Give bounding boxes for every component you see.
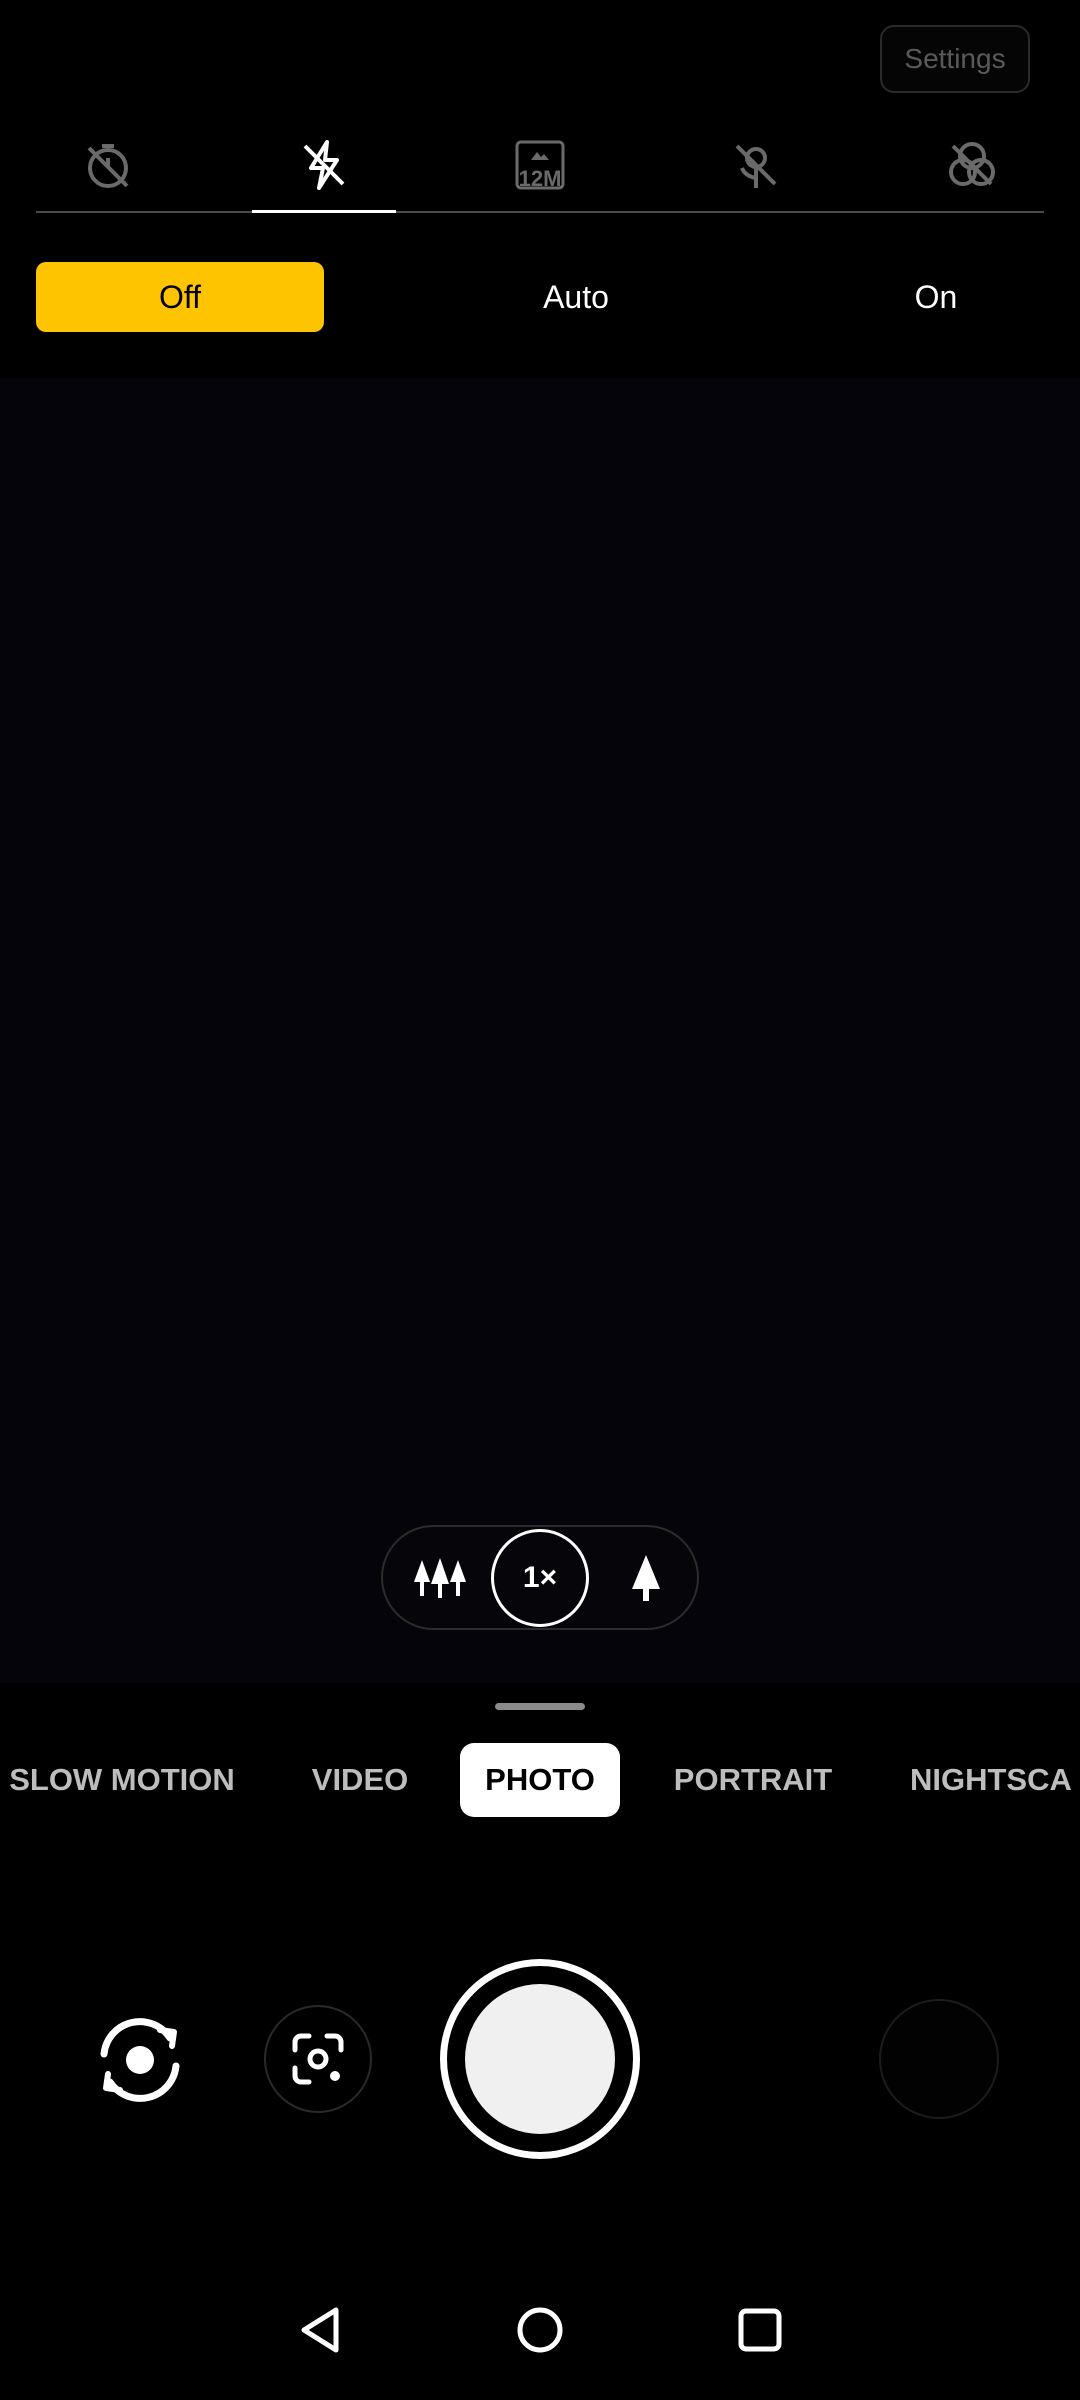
shutter-inner (465, 1984, 615, 2134)
drag-handle[interactable] (495, 1703, 585, 1710)
flash-on-option[interactable]: On (792, 262, 1080, 332)
flash-options: Off Auto On (36, 262, 1044, 332)
shutter-button[interactable] (440, 1959, 640, 2159)
mode-photo[interactable]: PHOTO (460, 1743, 620, 1817)
zoom-current-button[interactable]: 1× (491, 1529, 589, 1627)
lens-button[interactable] (264, 2005, 372, 2113)
flash-off-icon (303, 139, 345, 190)
flash-off-option[interactable]: Off (36, 262, 324, 332)
tab-macro[interactable] (684, 118, 828, 211)
tab-flash[interactable] (252, 118, 396, 213)
timer-off-icon (87, 143, 129, 188)
settings-button[interactable]: Settings (880, 25, 1030, 93)
mode-video[interactable]: VIDEO (300, 1743, 420, 1817)
tab-timer[interactable] (36, 118, 180, 211)
zoom-selector: 1× (381, 1525, 699, 1630)
mode-slow-motion[interactable]: SLOW MOTION (6, 1743, 238, 1817)
macro-off-icon (735, 144, 777, 188)
tab-resolution[interactable]: 12M (468, 118, 612, 211)
zoom-tele-button[interactable] (601, 1527, 691, 1628)
trees-wide-icon (414, 1557, 466, 1598)
tab-filter[interactable] (900, 118, 1044, 211)
zoom-wide-button[interactable] (395, 1527, 485, 1628)
filter-off-icon (949, 141, 995, 186)
recents-icon (738, 2308, 782, 2352)
switch-camera-button[interactable] (90, 2010, 190, 2110)
mode-selector: SLOW MOTION VIDEO PHOTO PORTRAIT NIGHTSC… (0, 1743, 1080, 1817)
google-lens-icon (292, 2033, 344, 2085)
nav-back-button[interactable] (280, 2290, 360, 2370)
system-nav-bar (0, 2270, 1080, 2400)
resolution-label: 12M (518, 166, 562, 191)
nav-home-button[interactable] (500, 2290, 580, 2370)
nav-recents-button[interactable] (720, 2290, 800, 2370)
camera-switch-icon (100, 2018, 180, 2102)
mode-portrait[interactable]: PORTRAIT (664, 1743, 842, 1817)
viewfinder[interactable] (0, 378, 1080, 1683)
tree-tele-icon (632, 1554, 660, 1601)
back-icon (301, 2307, 339, 2353)
mode-nightscape[interactable]: NIGHTSCA (910, 1743, 1080, 1817)
home-icon (517, 2307, 563, 2353)
flash-auto-option[interactable]: Auto (432, 262, 720, 332)
quick-settings-tabs: 12M (36, 118, 1044, 213)
gallery-thumbnail[interactable] (879, 1999, 999, 2119)
